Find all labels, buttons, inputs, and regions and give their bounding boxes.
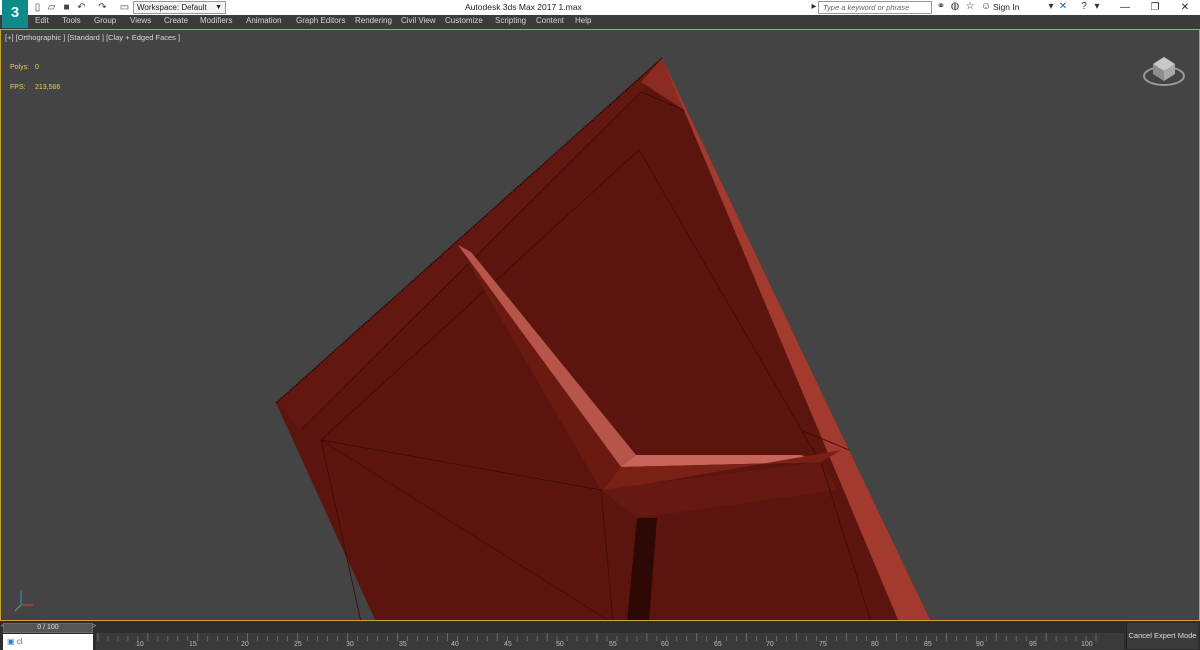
menu-bar: Edit Tools Group Views Create Modifiers … bbox=[0, 15, 1200, 29]
tick-label: 40 bbox=[451, 641, 459, 648]
tick-label: 60 bbox=[661, 641, 669, 648]
project-folder-icon[interactable]: ▭ bbox=[119, 2, 130, 13]
sign-in-link[interactable]: Sign In bbox=[993, 2, 1019, 12]
tick-label: 50 bbox=[556, 641, 564, 648]
menu-civil-view[interactable]: Civil View bbox=[401, 16, 436, 25]
new-file-icon[interactable]: ▯ bbox=[32, 2, 43, 13]
window-title: Autodesk 3ds Max 2017 1.max bbox=[465, 2, 582, 12]
tick-label: 95 bbox=[1029, 641, 1037, 648]
binoculars-icon[interactable]: ⚭ bbox=[935, 1, 947, 13]
tick-label: 20 bbox=[241, 641, 249, 648]
menu-edit[interactable]: Edit bbox=[35, 16, 49, 25]
menu-customize[interactable]: Customize bbox=[445, 16, 483, 25]
timeline-ticks bbox=[97, 633, 1097, 641]
minimize-button[interactable]: — bbox=[1110, 0, 1140, 15]
fps-value: 213,566 bbox=[35, 84, 61, 91]
app-logo[interactable]: 3 bbox=[2, 0, 28, 28]
open-file-icon[interactable]: ▱ bbox=[46, 2, 57, 13]
menu-graph-editors[interactable]: Graph Editors bbox=[296, 16, 345, 25]
menu-modifiers[interactable]: Modifiers bbox=[200, 16, 232, 25]
star-icon[interactable]: ☆ bbox=[964, 1, 976, 13]
maxscript-listener-input[interactable]: ▣ cl bbox=[3, 634, 93, 650]
exchange-icon[interactable]: ✕ bbox=[1057, 1, 1069, 13]
tick-label: 45 bbox=[504, 641, 512, 648]
help-dropdown-icon[interactable]: ▾ bbox=[1091, 1, 1103, 13]
tick-label: 75 bbox=[819, 641, 827, 648]
undo-icon[interactable]: ↶ bbox=[76, 2, 87, 13]
user-icon[interactable]: ☺ bbox=[980, 1, 992, 13]
track-bar[interactable]: 10 15 20 25 30 35 40 45 50 55 60 65 70 7… bbox=[96, 633, 1124, 650]
fps-label: FPS: bbox=[10, 84, 26, 91]
redo-icon[interactable]: ↷ bbox=[97, 2, 108, 13]
listener-text: cl bbox=[16, 637, 23, 646]
viewcube-icon[interactable] bbox=[1141, 48, 1187, 90]
search-input[interactable]: Type a keyword or phrase bbox=[818, 1, 932, 14]
workspace-dropdown[interactable]: Workspace: Default ▼ bbox=[133, 1, 226, 14]
menu-help[interactable]: Help bbox=[575, 16, 591, 25]
tick-label: 85 bbox=[924, 641, 932, 648]
menu-views[interactable]: Views bbox=[130, 16, 151, 25]
cancel-expert-mode-button[interactable]: Cancel Expert Mode bbox=[1126, 623, 1198, 649]
tick-label: 30 bbox=[346, 641, 354, 648]
tick-label: 100 bbox=[1081, 641, 1093, 648]
workspace-label: Workspace: Default bbox=[137, 3, 207, 12]
tick-label: 65 bbox=[714, 641, 722, 648]
menu-scripting[interactable]: Scripting bbox=[495, 16, 526, 25]
close-button[interactable]: ✕ bbox=[1170, 0, 1200, 15]
scene-object[interactable] bbox=[1, 30, 1200, 621]
save-icon[interactable]: ■ bbox=[61, 2, 72, 13]
title-bar: 3 ▯ ▱ ■ ↶ ↷ ▭ Workspace: Default ▼ Autod… bbox=[0, 0, 1200, 28]
time-slider[interactable]: 0 / 100 bbox=[3, 623, 93, 633]
listener-icon: ▣ bbox=[7, 637, 15, 646]
polys-label: Polys: bbox=[10, 64, 30, 71]
communication-icon[interactable]: ◍ bbox=[949, 1, 961, 13]
tick-label: 25 bbox=[294, 641, 302, 648]
help-icon[interactable]: ? bbox=[1078, 1, 1090, 13]
tick-label: 80 bbox=[871, 641, 879, 648]
menu-rendering[interactable]: Rendering bbox=[355, 16, 392, 25]
tick-label: 15 bbox=[189, 641, 197, 648]
polys-value: 0 bbox=[35, 64, 39, 71]
axis-tripod-icon bbox=[14, 590, 33, 612]
timeline-bar: < 0 / 100 > 10 15 20 25 30 35 40 45 50 5… bbox=[0, 621, 1200, 650]
menu-group[interactable]: Group bbox=[94, 16, 116, 25]
tick-label: 10 bbox=[136, 641, 144, 648]
viewport-label-menu[interactable]: [+] [Orthographic ] [Standard ] [Clay + … bbox=[5, 33, 180, 42]
next-frame-icon[interactable]: > bbox=[92, 623, 96, 630]
menu-content[interactable]: Content bbox=[536, 16, 564, 25]
tick-label: 55 bbox=[609, 641, 617, 648]
menu-create[interactable]: Create bbox=[164, 16, 188, 25]
viewport-orthographic[interactable]: [+] [Orthographic ] [Standard ] [Clay + … bbox=[0, 29, 1200, 621]
menu-animation[interactable]: Animation bbox=[246, 16, 282, 25]
restore-button[interactable]: ❐ bbox=[1140, 0, 1170, 15]
tick-label: 90 bbox=[976, 641, 984, 648]
tick-label: 35 bbox=[399, 641, 407, 648]
tick-label: 70 bbox=[766, 641, 774, 648]
menu-tools[interactable]: Tools bbox=[62, 16, 81, 25]
chevron-down-icon[interactable]: ▾ bbox=[1045, 1, 1057, 13]
chevron-down-icon: ▼ bbox=[215, 4, 222, 11]
